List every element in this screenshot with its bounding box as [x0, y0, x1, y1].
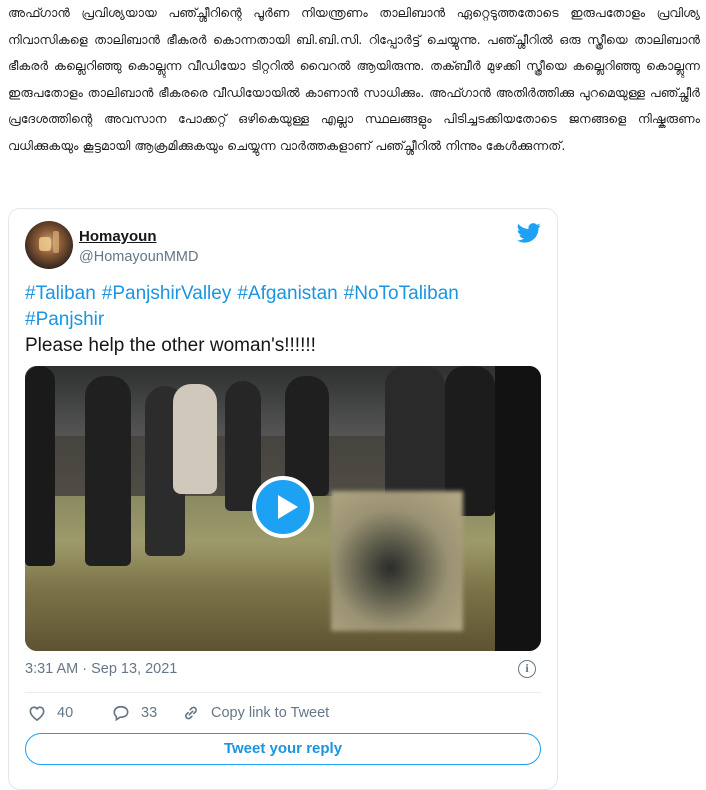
like-action[interactable]: 40 — [27, 701, 73, 725]
heart-icon — [29, 706, 45, 722]
hashtag-link[interactable]: #Panjshir — [25, 309, 104, 330]
play-icon[interactable] — [252, 476, 314, 538]
tweet-timestamp[interactable]: 3:31 AM · Sep 13, 2021 — [25, 661, 177, 677]
comment-bubble-icon — [113, 705, 129, 722]
hashtag-link[interactable]: #Afganistan — [237, 283, 337, 304]
reply-count: 33 — [141, 705, 158, 721]
twitter-bird-icon[interactable] — [517, 223, 541, 243]
tweet-body: Please help the other woman's!!!!!! — [25, 335, 316, 356]
link-icon — [185, 706, 197, 720]
copy-link-action[interactable]: Copy link to Tweet — [181, 701, 329, 725]
copy-link-label: Copy link to Tweet — [211, 705, 330, 721]
embedded-tweet: Homayoun @HomayounMMD #Taliban #PanjshirV… — [8, 208, 558, 790]
like-count: 40 — [57, 705, 74, 721]
article-paragraph: അഫ്ഗാൻ പ്രവിശ്യയായ പഞ്ച്ശീറിന്റെ പൂർണ നി… — [8, 5, 700, 153]
hashtag-link[interactable]: #Taliban — [25, 283, 96, 304]
author-name[interactable]: Homayoun — [79, 228, 157, 245]
author-handle[interactable]: @HomayounMMD — [79, 249, 198, 265]
hashtag-link[interactable]: #PanjshirValley — [102, 283, 232, 304]
reply-action[interactable]: 33 — [111, 701, 157, 725]
info-icon[interactable]: i — [518, 660, 536, 678]
tweet-reply-button[interactable]: Tweet your reply — [25, 733, 541, 765]
tweet-text: #Taliban #PanjshirValley #Afganistan #NoToT… — [25, 281, 545, 359]
divider — [25, 692, 541, 693]
blurred-region — [331, 491, 463, 631]
avatar[interactable] — [25, 221, 73, 269]
hashtag-link[interactable]: #NoToTaliban — [344, 283, 459, 304]
video-thumbnail[interactable] — [25, 366, 541, 651]
